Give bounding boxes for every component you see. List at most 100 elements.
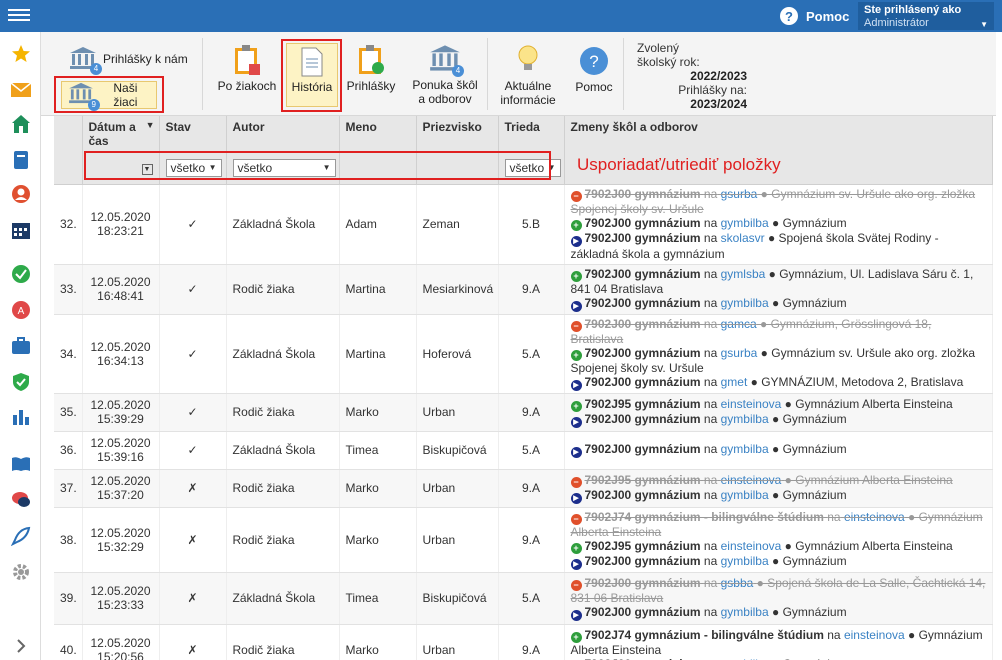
row-date: 12.05.2020	[90, 436, 151, 450]
row-autor: Rodič žiaka	[226, 624, 340, 660]
chat-icon[interactable]	[11, 490, 31, 510]
school-name: ● Gymnázium	[771, 411, 847, 426]
table-row[interactable]: 38. 12.05.2020 15:32:29 ✗ Rodič žiaka Marko Ur…	[54, 507, 993, 573]
annotation-text: Usporiadať/utriediť položky	[577, 155, 781, 174]
check-circle-icon[interactable]	[11, 264, 31, 284]
col-trieda[interactable]: Trieda	[498, 116, 565, 152]
row-priezvisko: Urban	[416, 507, 499, 573]
school-link[interactable]: gmet	[721, 375, 748, 389]
table-row[interactable]: 35. 12.05.2020 15:39:29 ✓ Rodič žiaka Marko Ur…	[54, 393, 993, 432]
row-datetime: 12.05.2020 15:20:56	[82, 624, 160, 660]
home-icon[interactable]	[11, 114, 31, 134]
school-link[interactable]: gymbilba	[721, 296, 769, 310]
school-link[interactable]: einsteinova	[721, 397, 782, 411]
row-time: 15:32:29	[97, 539, 144, 554]
row-time: 18:23:21	[97, 224, 144, 238]
row-stav-icon: ✓	[159, 264, 227, 315]
user-icon[interactable]	[11, 184, 31, 204]
row-autor: Rodič žiaka	[226, 507, 340, 573]
table-row[interactable]: 36. 12.05.2020 15:39:16 ✓ Základná Škola Time…	[54, 431, 993, 470]
aktualne-informacie-button[interactable]: Aktuálne informácie	[495, 44, 561, 107]
school-link[interactable]: gymbilba	[721, 657, 769, 660]
chart-icon[interactable]	[11, 406, 31, 426]
menu-icon[interactable]	[8, 6, 30, 26]
table-body: 32. 12.05.2020 18:23:21 ✓ Základná Škola Adam…	[54, 184, 993, 660]
shield-icon[interactable]	[11, 372, 31, 392]
table-row[interactable]: 34. 12.05.2020 16:34:13 ✓ Základná Škola Mart…	[54, 314, 993, 394]
user-menu[interactable]: Ste prihlásený ako Administrátor ▼	[858, 2, 994, 30]
gear-icon[interactable]	[11, 562, 31, 582]
row-trieda: 9.A	[498, 469, 565, 508]
history-table: Dátum a čas ▼ Stav Autor Meno Priezvisko …	[54, 116, 993, 660]
lightbulb-icon	[518, 45, 538, 70]
table-row[interactable]: 40. 12.05.2020 15:20:56 ✗ Rodič žiaka Marko Ur…	[54, 624, 993, 660]
pomoc-button[interactable]: ? Pomoc	[569, 46, 619, 94]
school-link[interactable]: einsteinova	[721, 539, 782, 553]
nasi-ziaci-button[interactable]: 9 Naši žiaci	[61, 81, 157, 111]
col-meno[interactable]: Meno	[339, 116, 417, 152]
col-datum[interactable]: Dátum a čas ▼	[82, 116, 160, 152]
school-link[interactable]: einsteinova	[721, 473, 782, 487]
school-link[interactable]: einsteinova	[844, 510, 905, 524]
row-priezvisko: Mesiarkinová	[416, 264, 499, 315]
school-link[interactable]: gymbilba	[721, 412, 769, 426]
row-date: 12.05.2020	[90, 584, 151, 598]
school-link[interactable]: gymbilba	[721, 442, 769, 456]
plus-circle-icon: +	[570, 631, 582, 643]
year-value[interactable]: 2022/2023	[690, 69, 747, 83]
school-link[interactable]: gymlsba	[721, 267, 766, 281]
apps-value[interactable]: 2023/2024	[690, 97, 747, 111]
ponuka-skol-button[interactable]: 4 Ponuka škôl a odborov	[407, 44, 483, 106]
na-text: na	[703, 345, 718, 360]
row-meno: Martina	[339, 314, 417, 394]
program-code: 7902J00 gymnázium	[584, 575, 701, 590]
prihlasky-k-nam-button[interactable]: 4 Prihlášky k nám	[69, 46, 188, 75]
school-link[interactable]: gymbilba	[721, 216, 769, 230]
po-ziakoch-button[interactable]: Po žiakoch	[215, 44, 279, 93]
prihlasky-button[interactable]: Prihlášky	[344, 44, 398, 93]
change-line: −7902J00 gymnázium na gsurba ● Gymnázium…	[570, 187, 986, 216]
star-icon[interactable]	[11, 44, 31, 64]
school-link[interactable]: gsbba	[721, 576, 754, 590]
col-autor[interactable]: Autor	[226, 116, 340, 152]
feather-icon[interactable]	[11, 526, 31, 546]
help-button[interactable]: ? Pomoc	[780, 7, 849, 25]
school-link[interactable]: gymbilba	[721, 605, 769, 619]
minus-circle-icon: −	[570, 476, 582, 488]
book-icon[interactable]	[11, 150, 31, 170]
mail-icon[interactable]	[11, 80, 31, 100]
col-zmeny[interactable]: Zmeny škôl a odborov	[564, 116, 993, 152]
table-row[interactable]: 37. 12.05.2020 15:37:20 ✗ Rodič žiaka Marko Ur…	[54, 469, 993, 508]
sort-desc-icon[interactable]: ▼	[146, 120, 155, 130]
svg-text:A: A	[18, 306, 25, 317]
school-link[interactable]: gsurba	[721, 187, 758, 201]
school-building-icon: 4	[429, 44, 464, 77]
na-text: na	[703, 216, 718, 230]
document-icon	[301, 47, 323, 77]
table-row[interactable]: 39. 12.05.2020 15:23:33 ✗ Základná Škola Time…	[54, 572, 993, 625]
table-row[interactable]: 32. 12.05.2020 18:23:21 ✓ Základná Škola Adam…	[54, 184, 993, 265]
school-link[interactable]: gymbilba	[721, 554, 769, 568]
chevron-right-icon[interactable]	[11, 636, 31, 656]
arrow-circle-icon: ▶	[570, 492, 582, 504]
row-trieda: 9.A	[498, 507, 565, 573]
school-link[interactable]: gymbilba	[721, 488, 769, 502]
col-stav[interactable]: Stav	[159, 116, 227, 152]
calendar-icon[interactable]	[11, 220, 31, 240]
historia-button[interactable]: História	[286, 43, 338, 107]
program-code: 7902J00 gymnázium	[584, 187, 701, 201]
table-row[interactable]: 33. 12.05.2020 16:48:41 ✓ Rodič žiaka Martina…	[54, 264, 993, 315]
grade-icon[interactable]: A	[11, 300, 31, 320]
row-time: 15:23:33	[97, 598, 144, 612]
school-link[interactable]: gamca	[721, 317, 757, 331]
open-book-icon[interactable]	[11, 454, 31, 474]
row-number: 38.	[54, 507, 83, 573]
briefcase-icon[interactable]	[11, 336, 31, 356]
school-name: ● Gymnázium	[772, 657, 847, 660]
row-number: 35.	[54, 393, 83, 432]
school-link[interactable]: gsurba	[721, 346, 758, 360]
school-link[interactable]: skolasvr	[721, 231, 765, 245]
col-priezvisko[interactable]: Priezvisko	[416, 116, 499, 152]
change-line: +7902J74 gymnázium - bilingválne štúdium…	[570, 628, 986, 657]
school-link[interactable]: einsteinova	[844, 628, 905, 642]
